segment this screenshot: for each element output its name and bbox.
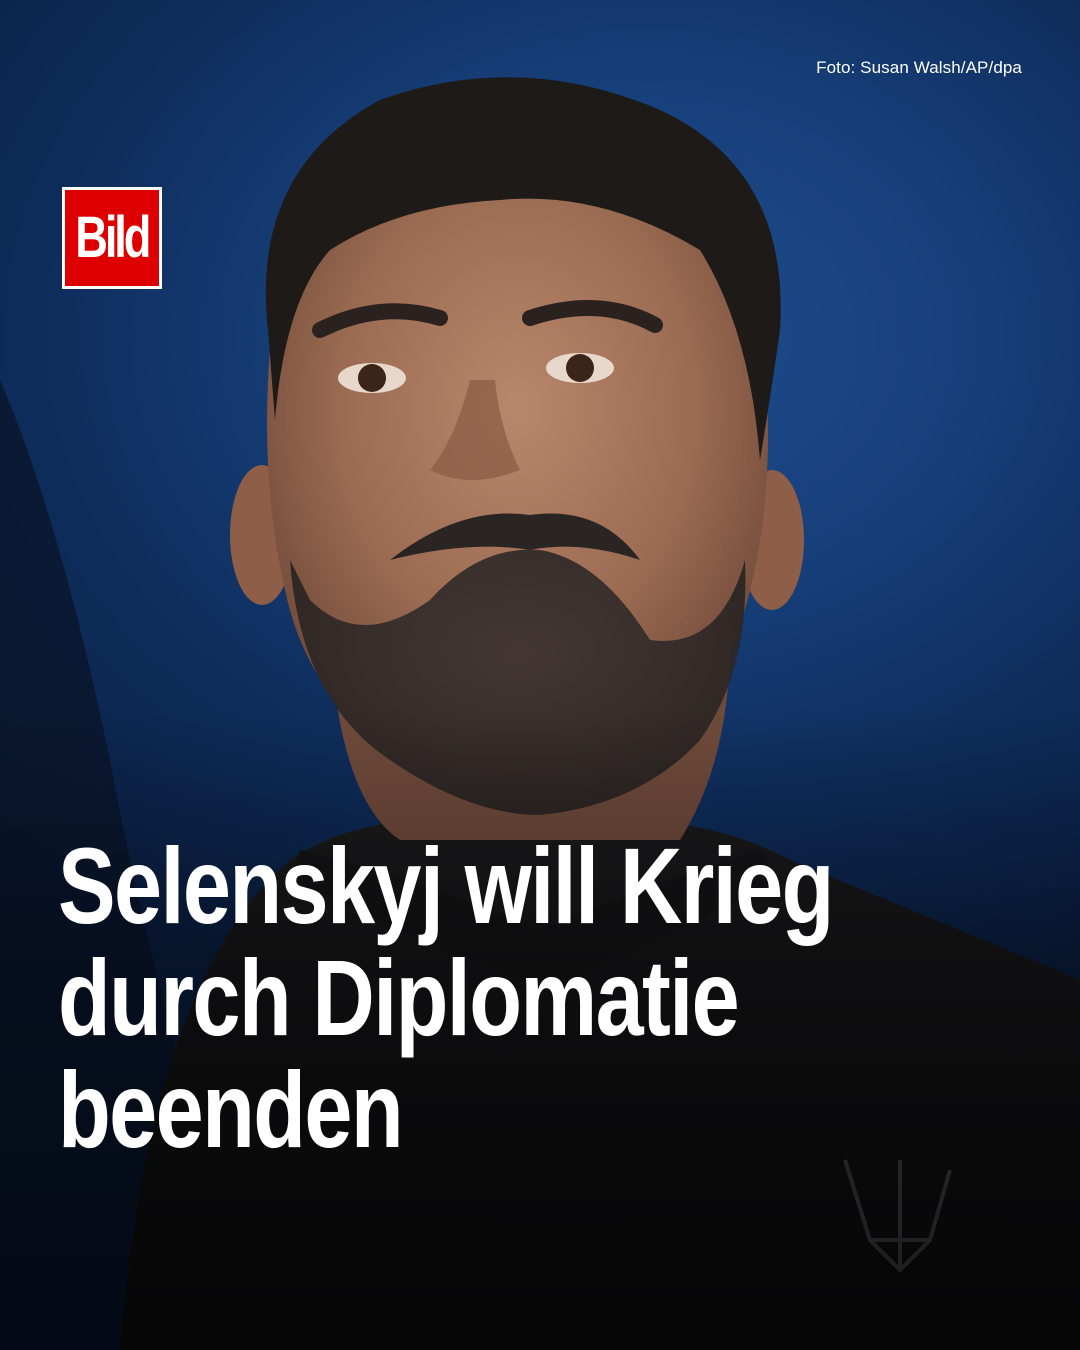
headline-line-3: beenden <box>58 1049 404 1170</box>
bild-logo-text: Bild <box>75 205 152 270</box>
news-post: Foto: Susan Walsh/AP/dpa Bild Selenskyj … <box>0 0 1080 1350</box>
bild-logo: Bild <box>62 187 162 289</box>
headline-line-2: durch Diplomatie <box>58 937 740 1058</box>
photo-credit: Foto: Susan Walsh/AP/dpa <box>816 58 1022 77</box>
headline: Selenskyj will Krieg durch Diplomatie be… <box>58 830 958 1166</box>
headline-line-1: Selenskyj will Krieg <box>58 825 834 946</box>
